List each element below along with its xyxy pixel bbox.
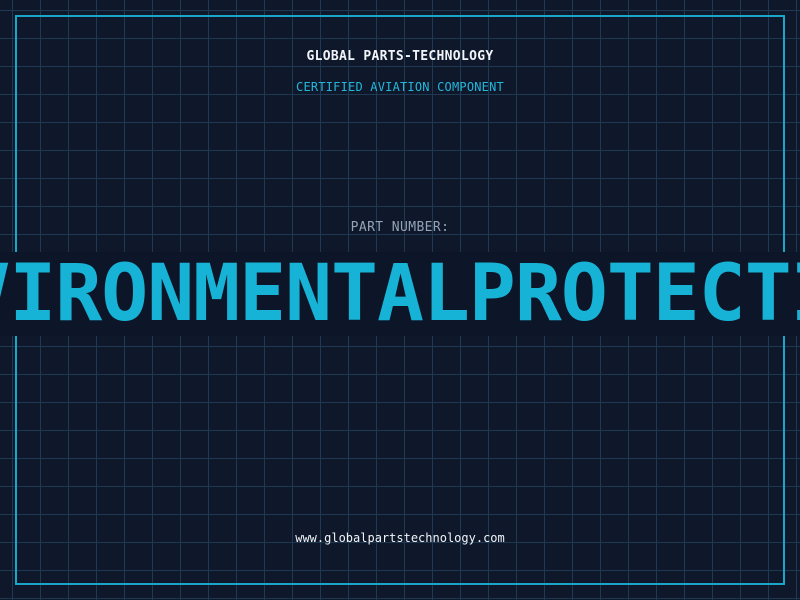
part-number-band: ENVIRONMENTALPROTECTION bbox=[0, 252, 800, 336]
brand-name: GLOBAL PARTS-TECHNOLOGY bbox=[306, 49, 494, 64]
part-number-label: PART NUMBER: bbox=[350, 220, 450, 235]
certification-subtitle: CERTIFIED AVIATION COMPONENT bbox=[296, 80, 504, 94]
label-card: GLOBAL PARTS-TECHNOLOGY CERTIFIED AVIATI… bbox=[0, 0, 800, 600]
website-url: www.globalpartstechnology.com bbox=[295, 531, 505, 545]
part-number-value: ENVIRONMENTALPROTECTION bbox=[0, 252, 800, 336]
